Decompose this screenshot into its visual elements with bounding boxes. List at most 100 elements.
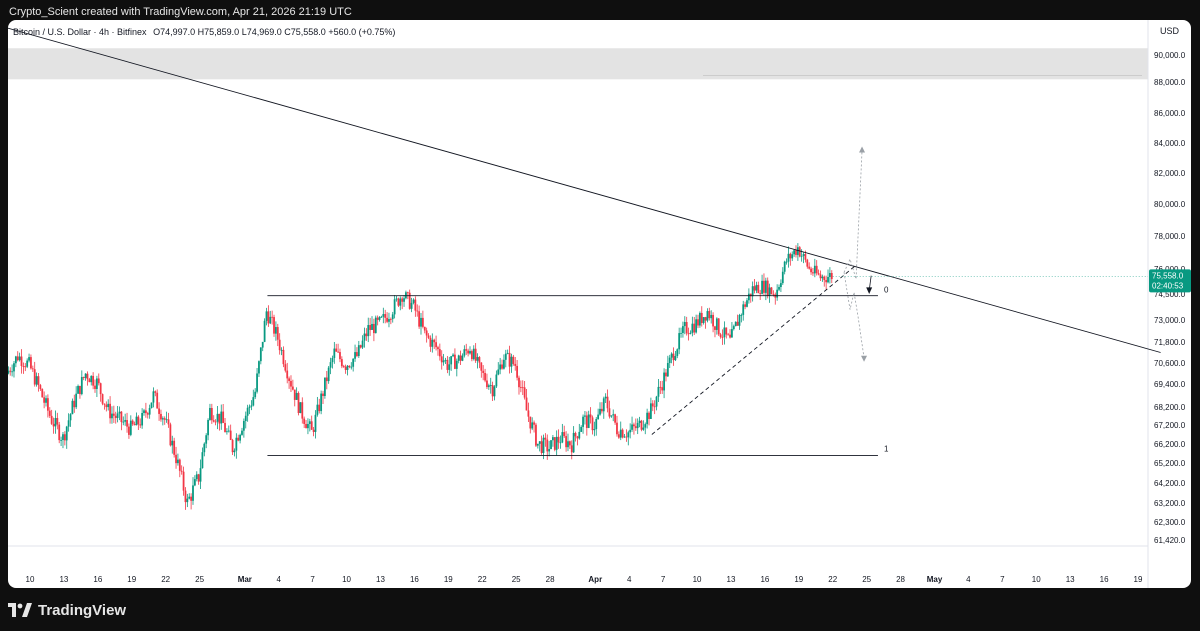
candle-body [621,429,624,438]
candle-body [461,355,464,361]
chart-panel[interactable]: 90,000.0 88,000.0 86,000.0 84,000.0 82,000.0… [8,20,1191,588]
candle-body [489,385,492,386]
candle-body [239,434,242,441]
candle-body [710,314,713,319]
candle-body [337,351,339,353]
candle-body [235,437,238,451]
candle-body [280,349,283,351]
candle-body [568,441,571,446]
candle-body [282,349,285,365]
range-bottom-label: 1 [884,444,889,453]
candle-body [636,422,639,429]
candle-body [199,468,202,482]
candle-body [535,424,537,446]
x-tick-label: 22 [161,575,170,584]
candle-body [514,363,517,366]
price-chart[interactable]: 90,000.0 88,000.0 86,000.0 84,000.0 82,000.0… [8,20,1191,588]
candle-body [734,321,737,327]
candle-body [659,386,662,388]
candle-body [384,314,387,318]
candle-body [538,441,541,444]
candle-body [201,452,204,469]
candle-body [744,304,747,307]
candle-body [601,408,603,412]
candle-body [433,339,436,343]
price-tag-value: 75,558.0 [1152,271,1184,280]
candle-body [623,436,626,438]
candle-body [374,317,377,334]
projection-down-path [843,272,865,358]
y-tick-label: 62,300.0 [1154,518,1186,527]
candle-body [24,366,27,368]
y-tick-label: 86,000.0 [1154,109,1186,118]
candle-body [561,432,564,443]
candle-body [192,485,194,501]
candle-body [649,403,652,419]
candle-body [497,369,500,375]
candle-body [73,400,76,408]
candle-body [48,410,51,416]
candle-body [646,412,649,425]
candle-body [642,427,645,430]
y-tick-label: 73,000.0 [1154,316,1186,325]
candle-body [30,357,32,369]
candle-body [815,265,818,274]
candle-body [361,340,364,348]
candle-body [335,348,338,352]
candle-body [793,250,796,255]
y-tick-label: 78,000.0 [1154,232,1186,241]
candle-body [755,284,758,291]
candle-body [572,432,575,453]
candle-body [331,357,334,363]
candle-body [550,440,552,450]
candle-body [608,408,611,417]
candle-body [291,386,294,390]
candle-body [241,430,243,435]
candle-body [644,424,647,428]
candle-body [250,405,253,407]
candle-body [493,386,496,397]
candle-body [242,421,245,431]
candle-body [438,349,441,357]
candle-body [668,357,671,364]
candle-body [182,471,185,491]
candle-body [525,397,528,411]
candle-body [146,413,149,415]
candle-body [604,396,607,399]
candle-body [226,431,228,433]
candle-body [382,314,385,317]
tradingview-logo-icon [8,603,32,617]
candle-body [171,440,174,446]
candle-body [163,418,166,420]
candle-body [14,356,17,364]
candle-body [316,404,319,415]
attribution-text: Crypto_Scient created with TradingView.c… [9,6,352,18]
candle-body [8,370,10,374]
candle-body [148,408,151,415]
candle-body [173,440,176,455]
candle-body [567,441,569,448]
candle-body [346,365,349,370]
candle-body [527,410,530,417]
candle-body [685,322,688,334]
candle-body [62,434,64,441]
candle-body [470,351,473,360]
candle-body [476,357,479,361]
candle-body [143,410,145,413]
candle-body [178,459,181,471]
candle-body [363,333,366,341]
candle-body [77,385,79,394]
candle-body [308,421,311,424]
candle-body [591,417,594,431]
x-tick-label: 19 [794,575,803,584]
candle-body [94,385,96,389]
candle-body [725,327,728,335]
candle-body [806,259,809,267]
candle-body [821,276,824,279]
currency-label: USD [1159,26,1179,36]
candle-body [766,280,769,296]
candle-body [731,329,733,338]
y-tick-label: 64,200.0 [1154,479,1186,488]
candle-body [704,317,707,321]
candle-body [169,424,172,446]
